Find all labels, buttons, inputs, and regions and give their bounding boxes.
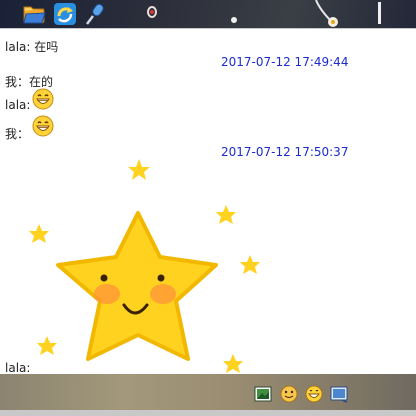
smiling-star-sticker [20, 155, 270, 375]
window-bottom-edge [0, 410, 416, 416]
chat-history[interactable]: lala: 在吗 2017-07-12 17:49:44 我：在的 lala: … [0, 28, 416, 375]
refresh-share-icon[interactable] [53, 2, 77, 26]
sender-name: 我： [5, 127, 30, 141]
microphone-icon[interactable] [84, 2, 108, 26]
message-row: lala: [5, 98, 30, 112]
stick-decoration-icon [376, 2, 384, 28]
message-row: 我： [5, 125, 29, 142]
folder-icon[interactable] [22, 2, 46, 26]
sticker-icon[interactable] [280, 385, 298, 403]
message-row: lala: 在吗 [5, 38, 58, 55]
message-row: lala: [5, 361, 30, 375]
message-timestamp: 2017-07-12 17:49:44 [221, 55, 349, 69]
message-text: 在的 [29, 75, 54, 89]
grin-emoji-icon [32, 88, 54, 114]
sender-name: lala: [5, 98, 31, 112]
emoji-icon[interactable] [305, 385, 323, 403]
screenshot-icon[interactable] [330, 385, 348, 403]
hanging-flower-icon [310, 0, 340, 28]
ring-decoration-icon [146, 4, 158, 23]
dot-decoration-icon [230, 9, 238, 28]
sender-name: lala: [5, 361, 31, 375]
message-text: 在吗 [34, 40, 59, 54]
chat-toolbar [0, 0, 416, 28]
sender-name: 我： [5, 75, 30, 89]
grin-emoji-icon [32, 115, 54, 141]
input-toolbar [0, 374, 416, 410]
sender-name: lala: [5, 40, 31, 54]
image-icon[interactable] [254, 385, 272, 403]
